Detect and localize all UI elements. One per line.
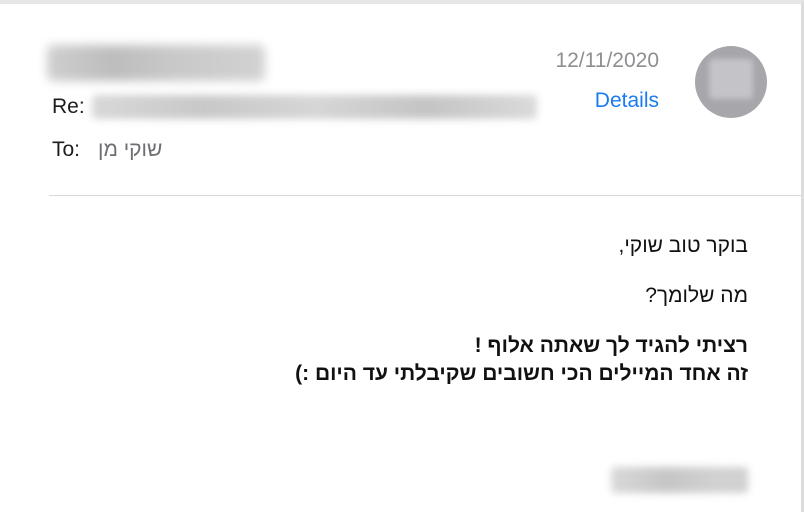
recipient-row: To: שוקי מן: [52, 135, 162, 165]
sender-name-redacted: [47, 45, 265, 81]
subject-label: Re:: [52, 95, 85, 118]
subject-row: Re:: [52, 92, 537, 122]
message-date: 12/11/2020: [555, 49, 659, 72]
recipient-label: To:: [52, 138, 81, 161]
recipient-name: שוקי מן: [98, 138, 163, 161]
signature-redacted: [611, 467, 748, 493]
question-line: מה שלומך?: [645, 284, 748, 307]
greeting-line: בוקר טוב שוקי,: [618, 234, 748, 257]
bold-line-2: זה אחד המיילים הכי חשובים שקיבלתי עד היו…: [295, 362, 748, 385]
header-divider: [49, 195, 801, 196]
subject-redacted: [92, 95, 537, 119]
avatar-image-redacted: [709, 59, 753, 99]
details-link[interactable]: Details: [595, 89, 659, 113]
message-body: בוקר טוב שוקי, מה שלומך? רציתי להגיד לך …: [108, 232, 748, 388]
bold-line-1: רציתי להגיד לך שאתה אלוף !: [474, 334, 748, 357]
email-window: Re: To: שוקי מן 12/11/2020 Details בוקר …: [0, 0, 804, 512]
avatar[interactable]: [695, 46, 767, 118]
